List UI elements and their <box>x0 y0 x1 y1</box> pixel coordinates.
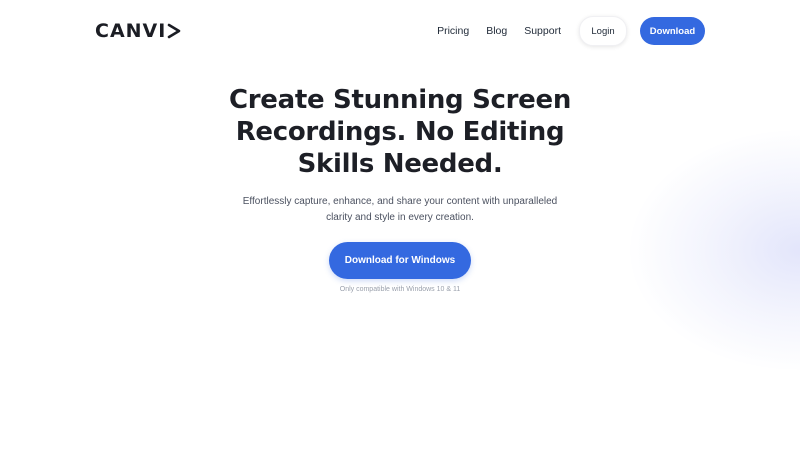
hero-subtitle: Effortlessly capture, enhance, and share… <box>242 196 558 223</box>
brand-logo[interactable]: CANVI <box>95 20 181 42</box>
top-nav: Pricing Blog Support Login Download <box>437 16 705 46</box>
login-button[interactable]: Login <box>579 16 627 46</box>
background-glow <box>630 130 800 370</box>
landing-page: CANVI Pricing Blog Support Login Downloa… <box>0 0 800 450</box>
nav-link-pricing[interactable]: Pricing <box>437 25 469 37</box>
compatibility-note: Only compatible with Windows 10 & 11 <box>339 286 461 293</box>
logo-text: CANVI <box>95 20 167 42</box>
nav-link-support[interactable]: Support <box>524 25 561 37</box>
nav-link-blog[interactable]: Blog <box>486 25 507 37</box>
play-triangle-icon <box>168 23 181 39</box>
hero-headline: Create Stunning Screen Recordings. No Ed… <box>228 85 572 179</box>
download-button[interactable]: Download <box>640 17 705 45</box>
download-for-windows-button[interactable]: Download for Windows <box>329 242 471 279</box>
